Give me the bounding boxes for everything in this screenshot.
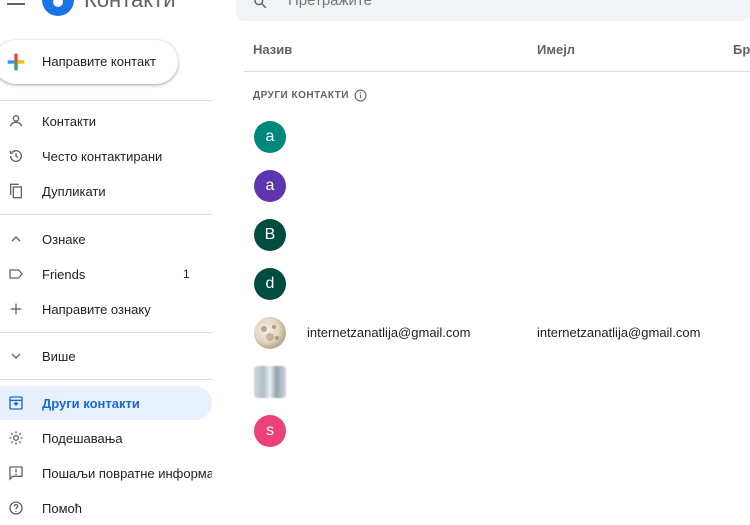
plus-icon: [10, 303, 22, 315]
column-header-name[interactable]: Назив: [253, 42, 292, 57]
sidebar-item-friends[interactable]: Friends 1: [0, 257, 212, 291]
avatar: d: [254, 268, 286, 300]
header-divider: [244, 71, 750, 72]
divider: [0, 214, 212, 215]
sidebar-item-feedback[interactable]: Пошаљи повратне информа: [0, 456, 212, 490]
section-title: ДРУГИ КОНТАКТИ: [253, 89, 367, 102]
avatar: a: [254, 170, 286, 202]
sidebar-item-more[interactable]: Више: [0, 339, 212, 373]
chevron-down-icon: [11, 353, 21, 359]
avatar: a: [254, 121, 286, 153]
column-header-email[interactable]: Имејл: [537, 42, 575, 57]
sidebar-item-create-label[interactable]: Направите ознаку: [0, 292, 212, 326]
gear-icon: [9, 431, 23, 445]
sidebar-item-label: Више: [42, 348, 76, 364]
feedback-icon: [9, 466, 23, 481]
history-icon: [9, 150, 22, 162]
table-row[interactable]: d: [244, 262, 750, 306]
info-icon[interactable]: [354, 89, 367, 102]
sidebar-item-label: Ознаке: [42, 231, 86, 247]
help-icon: [9, 501, 23, 515]
sidebar-item-label: Често контактирани: [42, 148, 163, 164]
column-header-phone[interactable]: Бро: [733, 42, 750, 57]
avatar: s: [254, 415, 286, 447]
divider: [0, 332, 212, 333]
table-row[interactable]: a: [244, 164, 750, 208]
sidebar-item-label: Направите ознаку: [42, 301, 151, 317]
photo-image-icon: [261, 325, 279, 341]
table-row[interactable]: internetzanatlija@gmail.com internetzana…: [244, 311, 750, 355]
sidebar-item-labels-toggle[interactable]: Ознаке: [0, 222, 212, 256]
divider: [0, 100, 212, 101]
plus-color-icon: [7, 53, 25, 71]
contact-email: internetzanatlija@gmail.com: [537, 325, 701, 340]
search-icon[interactable]: [253, 0, 267, 9]
table-row[interactable]: [244, 360, 750, 404]
sidebar-item-label: Други контакти: [42, 395, 140, 411]
table-row[interactable]: B: [244, 213, 750, 257]
create-contact-label: Направите контакт: [42, 54, 157, 69]
create-contact-button[interactable]: Направите контакт: [0, 40, 178, 84]
sidebar-item-label: Помоћ: [42, 500, 82, 516]
sidebar-item-label: Подешавања: [42, 430, 123, 446]
divider: [0, 379, 212, 380]
sidebar: Направите контакт Контакти Често контакт…: [0, 0, 216, 525]
avatar-blurred: [254, 366, 286, 398]
person-icon: [10, 115, 22, 127]
chevron-up-icon: [11, 236, 21, 242]
label-count: 1: [183, 267, 190, 281]
sidebar-item-label: Пошаљи повратне информа: [42, 465, 212, 481]
avatar-photo: [254, 317, 286, 349]
label-icon: [9, 269, 23, 279]
archive-icon: [9, 396, 23, 410]
sidebar-item-help[interactable]: Помоћ: [0, 491, 212, 525]
table-row[interactable]: s: [244, 409, 750, 453]
section-title-text: ДРУГИ КОНТАКТИ: [253, 90, 349, 101]
sidebar-item-label: Дупликати: [42, 183, 106, 199]
table-row[interactable]: a: [244, 115, 750, 159]
sidebar-item-contacts[interactable]: Контакти: [0, 104, 212, 138]
contact-name: internetzanatlija@gmail.com: [307, 325, 471, 340]
search-bar[interactable]: [236, 0, 750, 21]
sidebar-item-settings[interactable]: Подешавања: [0, 421, 212, 455]
copy-icon: [10, 183, 22, 199]
sidebar-item-duplicates[interactable]: Дупликати: [0, 174, 212, 208]
search-input[interactable]: [288, 0, 708, 9]
sidebar-item-label: Контакти: [42, 113, 97, 129]
sidebar-item-other-contacts[interactable]: Други контакти: [0, 386, 212, 420]
avatar: B: [254, 219, 286, 251]
sidebar-item-frequent[interactable]: Често контактирани: [0, 139, 212, 173]
